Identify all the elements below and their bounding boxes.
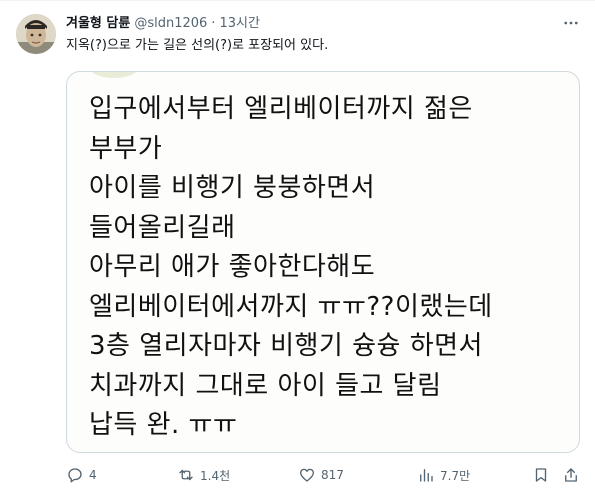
repost-count: 1.4천 (200, 468, 231, 483)
image-text-line: 납득 완. ㅠㅠ (89, 410, 238, 440)
share-button[interactable] (562, 463, 580, 487)
repost-button[interactable]: 1.4천 (177, 463, 230, 487)
action-bar: 4 1.4천 817 7.7만 (66, 463, 580, 487)
separator-dot: · (211, 16, 216, 31)
image-text-line: 부부가 (89, 133, 163, 164)
timestamp[interactable]: 13시간 (219, 14, 259, 34)
views-chart-icon (420, 469, 433, 482)
reply-button[interactable]: 4 (66, 463, 97, 487)
tweet-header: 겨울형 담륜 @sldn1206 · 13시간 (66, 14, 260, 34)
like-button[interactable]: 817 (298, 463, 344, 487)
avatar-image (16, 14, 56, 54)
tweet[interactable]: 겨울형 담륜 @sldn1206 · 13시간 지옥(?)으로 가는 길은 선의… (0, 0, 595, 500)
bookmark-icon (535, 468, 547, 482)
image-text-line: 아무리 애가 좋아한다해도 (89, 252, 376, 282)
image-text-line: 아이를 비행기 붕붕하면서 (89, 173, 376, 203)
reply-icon (68, 468, 82, 483)
display-name[interactable]: 겨울형 담륜 (66, 14, 130, 34)
image-edge-decoration (91, 72, 137, 78)
image-text-line: 엘리베이터에서까지 ㅠㅠ??이랬는데 (89, 291, 493, 322)
image-text-line: 치과까지 그대로 아이 들고 달림 (89, 370, 442, 401)
share-icon (565, 468, 577, 482)
heart-icon (299, 468, 315, 482)
more-horizontal-icon[interactable] (559, 13, 583, 33)
image-text-line: 3층 열리자마자 비행기 슝슝 하면서 (89, 331, 483, 361)
views-button[interactable]: 7.7만 (417, 463, 470, 487)
image-text: 입구에서부터 엘리베이터까지 젊은 부부가 아이를 비행기 붕붕하면서 들어올리… (89, 90, 493, 446)
image-text-line: 입구에서부터 엘리베이터까지 젊은 (89, 94, 473, 124)
avatar[interactable] (16, 14, 56, 54)
like-count: 817 (321, 468, 344, 482)
tweet-image[interactable]: 입구에서부터 엘리베이터까지 젊은 부부가 아이를 비행기 붕붕하면서 들어올리… (66, 71, 580, 453)
view-count: 7.7만 (440, 468, 471, 483)
user-handle[interactable]: @sldn1206 (134, 14, 207, 34)
repost-icon (179, 469, 193, 481)
image-text-line: 들어올리길래 (89, 212, 236, 243)
tweet-text: 지옥(?)으로 가는 길은 선의(?)로 포장되어 있다. (66, 38, 329, 53)
bookmark-button[interactable] (532, 463, 550, 487)
reply-count: 4 (89, 468, 97, 482)
